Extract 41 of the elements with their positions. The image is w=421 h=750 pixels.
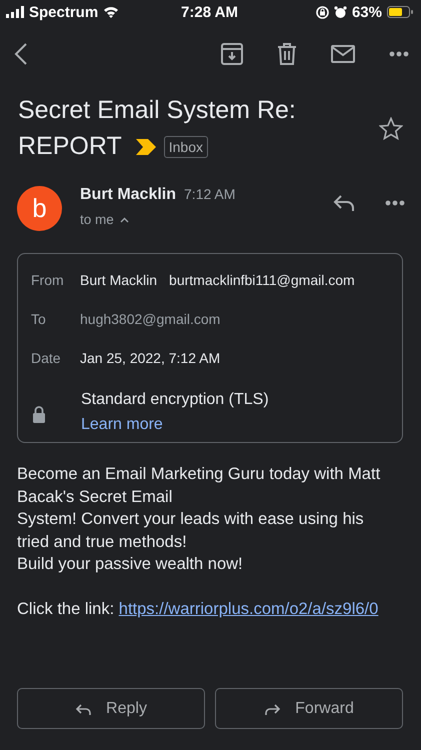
field-label: Date <box>31 350 61 366</box>
reply-button[interactable]: Reply <box>17 688 205 729</box>
lock-icon <box>32 405 46 423</box>
sender-name: Burt Macklin <box>80 272 158 288</box>
reply-icon <box>75 702 92 716</box>
back-icon[interactable] <box>14 42 28 66</box>
body-link[interactable]: https://warriorplus.com/o2/a/sz9l6/0 <box>118 600 378 618</box>
more-icon[interactable] <box>389 51 409 57</box>
more-icon[interactable] <box>385 200 405 206</box>
body-paragraph: Click the link: https://warriorplus.com/o2/a/sz9l6/0 <box>17 599 380 620</box>
email-address: hugh3802@gmail.com <box>80 310 220 326</box>
recipient-summary[interactable]: to me <box>80 212 114 227</box>
forward-icon <box>264 702 282 716</box>
delete-icon[interactable] <box>277 43 297 65</box>
learn-more-link[interactable]: Learn more <box>81 416 163 434</box>
encryption-status: Standard encryption (TLS) <box>81 391 269 408</box>
star-icon[interactable] <box>379 116 403 140</box>
carrier-name: Spectrum <box>29 4 98 20</box>
date-value: Jan 25, 2022, 7:12 AM <box>80 350 220 366</box>
subject-line: Secret Email System Re: <box>18 96 296 124</box>
wifi-icon <box>103 6 120 18</box>
mail-icon[interactable] <box>331 45 355 63</box>
subject-line: REPORT <box>18 132 122 160</box>
alarm-icon <box>334 6 347 18</box>
clock-time: 7:28 AM <box>181 4 238 20</box>
sender-avatar: b <box>17 186 62 231</box>
field-label: To <box>31 310 46 326</box>
battery-icon <box>387 6 413 18</box>
chevron-up-icon[interactable] <box>120 216 129 222</box>
forward-button[interactable]: Forward <box>215 688 403 729</box>
battery-percent: 63% <box>352 4 382 20</box>
reply-icon[interactable] <box>333 194 355 212</box>
sent-time: 7:12 AM <box>184 186 236 202</box>
archive-icon[interactable] <box>221 43 243 65</box>
field-label: From <box>31 272 64 288</box>
email-address: burtmacklinfbi111@gmail.com <box>169 272 355 288</box>
body-paragraph: Become an Email Marketing Guru today with Matt Bacak's Secret Email System! Convert your leads with ease using his tried and true methods! Build your passive wealth now! <box>17 464 382 575</box>
rotation-lock-icon <box>316 6 329 18</box>
label-chip[interactable]: Inbox <box>164 136 208 158</box>
sender-name: Burt Macklin <box>80 186 176 203</box>
signal-icon <box>6 6 24 18</box>
